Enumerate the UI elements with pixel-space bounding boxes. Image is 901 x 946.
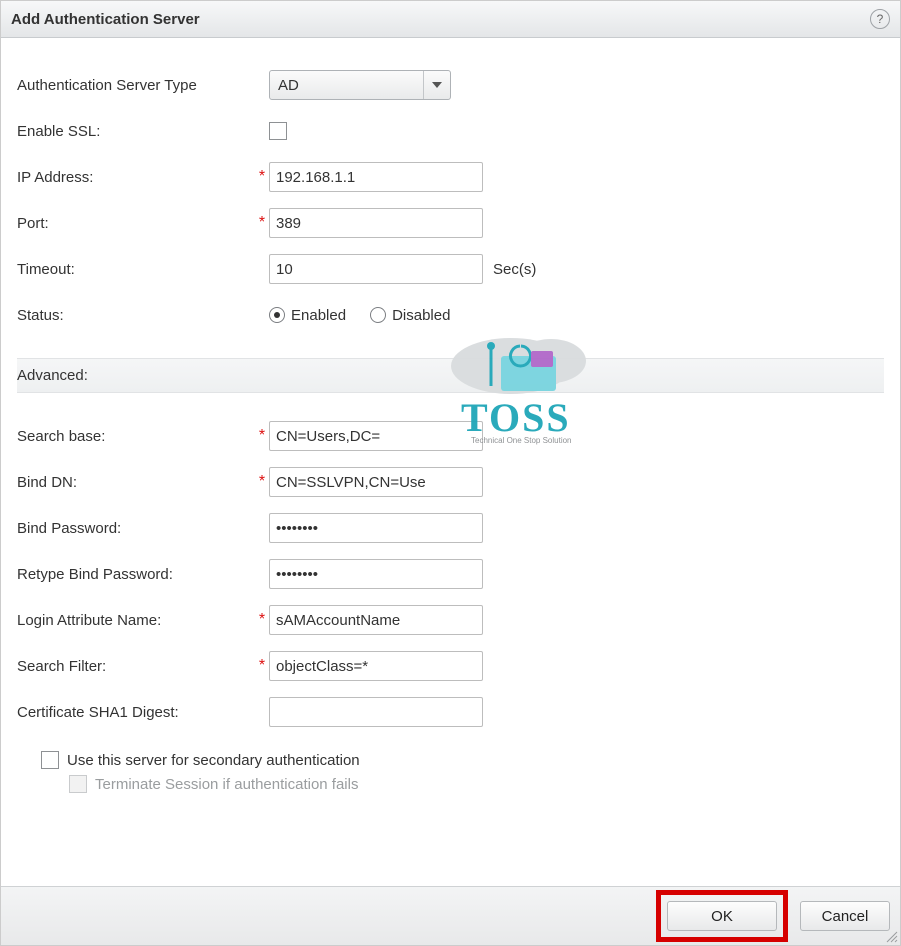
terminate-session-label: Terminate Session if authentication fail… [95, 776, 358, 793]
required-icon: * [255, 428, 269, 444]
required-icon: * [255, 215, 269, 231]
server-type-value: AD [270, 77, 423, 94]
port-input[interactable] [269, 208, 483, 238]
search-filter-input[interactable] [269, 651, 483, 681]
bind-dn-label: Bind DN: [17, 474, 255, 491]
bind-pw-label: Bind Password: [17, 520, 255, 537]
secondary-auth-block: Use this server for secondary authentica… [17, 735, 884, 793]
chevron-down-icon [423, 71, 450, 99]
row-ip: IP Address: * [17, 154, 884, 200]
resize-grip-icon[interactable] [884, 929, 898, 943]
login-attr-label: Login Attribute Name: [17, 612, 255, 629]
status-enabled-radio[interactable] [269, 307, 285, 323]
bind-dn-input[interactable] [269, 467, 483, 497]
secondary-auth-checkbox[interactable] [41, 751, 59, 769]
cert-sha1-input[interactable] [269, 697, 483, 727]
row-retype-pw: Retype Bind Password: [17, 551, 884, 597]
timeout-input[interactable] [269, 254, 483, 284]
cert-sha1-label: Certificate SHA1 Digest: [17, 704, 255, 721]
dialog-window: Add Authentication Server ? Authenticati… [0, 0, 901, 946]
status-disabled-label: Disabled [392, 307, 450, 324]
login-attr-input[interactable] [269, 605, 483, 635]
server-type-select[interactable]: AD [269, 70, 451, 100]
terminate-session-checkbox [69, 775, 87, 793]
row-cert-sha1: Certificate SHA1 Digest: [17, 689, 884, 735]
row-timeout: Timeout: Sec(s) [17, 246, 884, 292]
status-label: Status: [17, 307, 255, 324]
advanced-heading: Advanced: [17, 358, 884, 393]
row-server-type: Authentication Server Type AD [17, 62, 884, 108]
search-filter-label: Search Filter: [17, 658, 255, 675]
timeout-unit: Sec(s) [493, 261, 536, 278]
dialog-title: Add Authentication Server [11, 11, 200, 28]
enable-ssl-label: Enable SSL: [17, 123, 255, 140]
row-enable-ssl: Enable SSL: [17, 108, 884, 154]
row-status: Status: Enabled Disabled [17, 292, 884, 338]
dialog-body: Authentication Server Type AD Enable SSL… [1, 38, 900, 793]
retype-pw-input[interactable] [269, 559, 483, 589]
timeout-label: Timeout: [17, 261, 255, 278]
row-port: Port: * [17, 200, 884, 246]
secondary-auth-label: Use this server for secondary authentica… [67, 752, 360, 769]
ok-highlight-box: OK [656, 890, 788, 942]
port-label: Port: [17, 215, 255, 232]
ip-input[interactable] [269, 162, 483, 192]
row-search-filter: Search Filter: * [17, 643, 884, 689]
required-icon: * [255, 474, 269, 490]
row-login-attr: Login Attribute Name: * [17, 597, 884, 643]
ip-label: IP Address: [17, 169, 255, 186]
dialog-footer: OK Cancel [1, 886, 900, 945]
ok-button[interactable]: OK [667, 901, 777, 931]
required-icon: * [255, 612, 269, 628]
title-bar: Add Authentication Server ? [1, 1, 900, 38]
help-icon[interactable]: ? [870, 9, 890, 29]
server-type-label: Authentication Server Type [17, 77, 255, 94]
row-bind-pw: Bind Password: [17, 505, 884, 551]
retype-pw-label: Retype Bind Password: [17, 566, 255, 583]
enable-ssl-checkbox[interactable] [269, 122, 287, 140]
status-enabled-label: Enabled [291, 307, 346, 324]
row-search-base: Search base: * [17, 413, 884, 459]
cancel-button[interactable]: Cancel [800, 901, 890, 931]
row-bind-dn: Bind DN: * [17, 459, 884, 505]
status-disabled-radio[interactable] [370, 307, 386, 323]
search-base-label: Search base: [17, 428, 255, 445]
required-icon: * [255, 169, 269, 185]
search-base-input[interactable] [269, 421, 483, 451]
required-icon: * [255, 658, 269, 674]
bind-pw-input[interactable] [269, 513, 483, 543]
